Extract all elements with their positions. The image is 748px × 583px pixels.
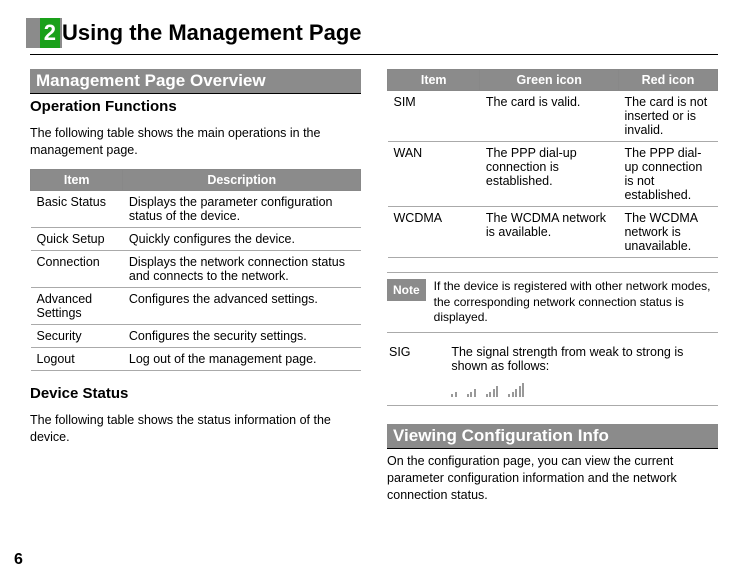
paragraph-operations-intro: The following table shows the main opera…	[30, 125, 361, 159]
col-header-description: Description	[123, 169, 361, 190]
left-column: Management Page Overview Operation Funct…	[30, 69, 361, 513]
subheading-device-status: Device Status	[30, 385, 361, 402]
cell-item: Security	[31, 324, 123, 347]
table-row: Connection Displays the network connecti…	[31, 250, 361, 287]
cell-green: The PPP dial-up connection is establishe…	[480, 142, 619, 207]
table-row: WCDMA The WCDMA network is available. Th…	[388, 207, 718, 258]
sig-row: SIG The signal strength from weak to str…	[387, 341, 718, 406]
sig-label: SIG	[389, 345, 441, 359]
cell-red: The PPP dial-up connection is not establ…	[618, 142, 717, 207]
table-row: SIM The card is valid. The card is not i…	[388, 91, 718, 142]
signal-bars-icon	[467, 389, 476, 397]
chapter-header: 2 Using the Management Page	[26, 18, 718, 48]
operations-table: Item Description Basic Status Displays t…	[30, 169, 361, 371]
col-header-item: Item	[388, 70, 480, 91]
signal-bars-icon	[451, 392, 457, 397]
paragraph-config-info: On the configuration page, you can view …	[387, 453, 718, 504]
cell-item: Advanced Settings	[31, 287, 123, 324]
cell-item: SIM	[388, 91, 480, 142]
cell-item: Connection	[31, 250, 123, 287]
page-number: 6	[14, 551, 23, 569]
cell-red: The WCDMA network is unavailable.	[618, 207, 717, 258]
signal-bars-icon	[508, 383, 524, 397]
table-row: Quick Setup Quickly configures the devic…	[31, 227, 361, 250]
cell-desc: Log out of the management page.	[123, 347, 361, 370]
cell-desc: Quickly configures the device.	[123, 227, 361, 250]
note-block: Note If the device is registered with ot…	[387, 272, 718, 333]
note-text: If the device is registered with other n…	[434, 279, 718, 326]
table-row: Security Configures the security setting…	[31, 324, 361, 347]
chapter-divider	[30, 54, 718, 55]
cell-desc: Displays the parameter configuration sta…	[123, 190, 361, 227]
cell-green: The WCDMA network is available.	[480, 207, 619, 258]
col-header-green: Green icon	[480, 70, 619, 91]
cell-desc: Configures the security settings.	[123, 324, 361, 347]
col-header-red: Red icon	[618, 70, 717, 91]
signal-bars-icon	[486, 386, 499, 397]
note-tag: Note	[387, 279, 426, 301]
cell-desc: Configures the advanced settings.	[123, 287, 361, 324]
col-header-item: Item	[31, 169, 123, 190]
cell-item: WAN	[388, 142, 480, 207]
sig-text: The signal strength from weak to strong …	[451, 345, 716, 373]
two-column-layout: Management Page Overview Operation Funct…	[30, 69, 718, 513]
right-column: Item Green icon Red icon SIM The card is…	[387, 69, 718, 513]
subheading-operation-functions: Operation Functions	[30, 98, 361, 115]
cell-item: WCDMA	[388, 207, 480, 258]
paragraph-status-intro: The following table shows the status inf…	[30, 412, 361, 446]
table-row: Basic Status Displays the parameter conf…	[31, 190, 361, 227]
cell-desc: Displays the network connection status a…	[123, 250, 361, 287]
cell-green: The card is valid.	[480, 91, 619, 142]
section-heading-overview: Management Page Overview	[30, 69, 361, 94]
table-row: Advanced Settings Configures the advance…	[31, 287, 361, 324]
cell-item: Logout	[31, 347, 123, 370]
table-row: WAN The PPP dial-up connection is establ…	[388, 142, 718, 207]
sig-body: The signal strength from weak to strong …	[451, 345, 716, 397]
status-icons-table: Item Green icon Red icon SIM The card is…	[387, 69, 718, 258]
chapter-badge: 2	[26, 18, 62, 48]
chapter-number: 2	[40, 18, 60, 48]
cell-item: Basic Status	[31, 190, 123, 227]
signal-strength-icons	[451, 381, 716, 397]
cell-red: The card is not inserted or is invalid.	[618, 91, 717, 142]
table-row: Logout Log out of the management page.	[31, 347, 361, 370]
chapter-title: Using the Management Page	[62, 18, 362, 48]
section-heading-viewing-config: Viewing Configuration Info	[387, 424, 718, 449]
cell-item: Quick Setup	[31, 227, 123, 250]
